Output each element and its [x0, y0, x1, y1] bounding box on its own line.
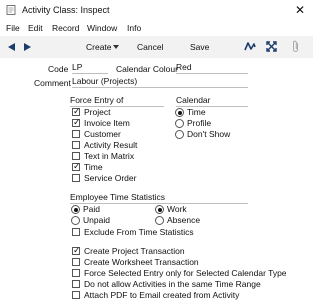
unpaid-label: Unpaid — [83, 215, 110, 225]
activity-class-window: Activity Class: Inspect ✕ File Edit Reco… — [0, 0, 313, 304]
calendar-time-label: Time — [187, 107, 206, 117]
create-worksheet-transaction-label: Create Worksheet Transaction — [84, 257, 199, 267]
calendar-dont-show-label: Don't Show — [187, 129, 231, 139]
menu-edit[interactable]: Edit — [28, 23, 43, 33]
exclude-time-statistics-checkbox[interactable] — [72, 228, 80, 236]
paid-label: Paid — [83, 204, 101, 214]
force-invoice-item-label: Invoice Item — [84, 118, 130, 128]
calendar-heading: Calendar — [176, 95, 211, 105]
force-invoice-item-checkbox[interactable] — [72, 117, 81, 128]
calendar-time-radio[interactable] — [175, 108, 184, 117]
menu-file[interactable]: File — [6, 23, 20, 33]
cancel-button[interactable]: Cancel — [137, 42, 163, 52]
force-customer-label: Customer — [84, 129, 121, 139]
work-radio[interactable] — [155, 205, 164, 214]
previous-record-icon[interactable] — [8, 43, 15, 51]
exclude-time-statistics-label: Exclude From Time Statistics — [84, 227, 194, 237]
no-overlap-activities-checkbox[interactable] — [72, 280, 80, 288]
force-text-in-matrix-label: Text in Matrix — [84, 151, 135, 161]
force-selected-entry-checkbox[interactable] — [72, 269, 80, 277]
code-field[interactable]: LP — [72, 62, 108, 74]
create-project-transaction-checkbox[interactable] — [72, 245, 81, 256]
force-service-order-label: Service Order — [84, 173, 137, 183]
force-project-label: Project — [84, 107, 111, 117]
close-icon[interactable]: ✕ — [295, 3, 305, 17]
force-project-checkbox[interactable] — [72, 106, 81, 117]
toolbar: Create Cancel Save — [0, 37, 313, 57]
comment-label: Comment — [34, 78, 71, 88]
expand-icon[interactable] — [266, 41, 277, 52]
force-entry-heading: Force Entry of — [70, 95, 124, 105]
menu-record[interactable]: Record — [52, 23, 79, 33]
next-record-icon[interactable] — [24, 43, 31, 51]
document-icon — [6, 5, 16, 15]
calendar-profile-radio[interactable] — [175, 119, 184, 128]
form-content: Code LP Calendar Colour Red Comment Labo… — [0, 58, 313, 304]
force-customer-checkbox[interactable] — [72, 130, 80, 138]
calendar-dont-show-radio[interactable] — [175, 130, 184, 139]
create-worksheet-transaction-checkbox[interactable] — [72, 258, 80, 266]
no-overlap-activities-label: Do not allow Activities in the same Time… — [84, 279, 261, 289]
calendar-colour-field[interactable]: Red — [176, 62, 248, 74]
menu-window[interactable]: Window — [87, 23, 117, 33]
force-activity-result-checkbox[interactable] — [72, 141, 80, 149]
calendar-colour-label: Calendar Colour — [116, 64, 178, 74]
employee-time-heading: Employee Time Statistics — [70, 192, 165, 202]
work-label: Work — [167, 204, 187, 214]
chevron-down-icon[interactable] — [113, 45, 119, 49]
force-time-label: Time — [84, 162, 103, 172]
unpaid-radio[interactable] — [71, 216, 80, 225]
calendar-profile-label: Profile — [187, 118, 212, 128]
attach-pdf-label: Attach PDF to Email created from Activit… — [84, 290, 240, 300]
code-label: Code — [48, 64, 69, 74]
create-project-transaction-label: Create Project Transaction — [84, 246, 185, 256]
paperclip-icon[interactable] — [291, 40, 300, 53]
window-title: Activity Class: Inspect — [22, 5, 110, 15]
comment-field[interactable]: Labour (Projects) — [72, 76, 248, 88]
menu-bar: File Edit Record Window Info — [0, 20, 313, 36]
title-bar: Activity Class: Inspect ✕ — [0, 0, 313, 20]
force-text-in-matrix-checkbox[interactable] — [72, 152, 80, 160]
menu-info[interactable]: Info — [127, 23, 141, 33]
save-button[interactable]: Save — [190, 42, 209, 52]
force-selected-entry-label: Force Selected Entry only for Selected C… — [84, 268, 287, 278]
attach-pdf-checkbox[interactable] — [72, 291, 80, 299]
absence-radio[interactable] — [155, 216, 164, 225]
force-service-order-checkbox[interactable] — [72, 174, 80, 182]
force-time-checkbox[interactable] — [72, 161, 81, 172]
activity-wave-icon[interactable] — [244, 41, 256, 52]
paid-radio[interactable] — [71, 205, 80, 214]
force-activity-result-label: Activity Result — [84, 140, 138, 150]
absence-label: Absence — [167, 215, 201, 225]
create-button[interactable]: Create — [86, 42, 112, 52]
